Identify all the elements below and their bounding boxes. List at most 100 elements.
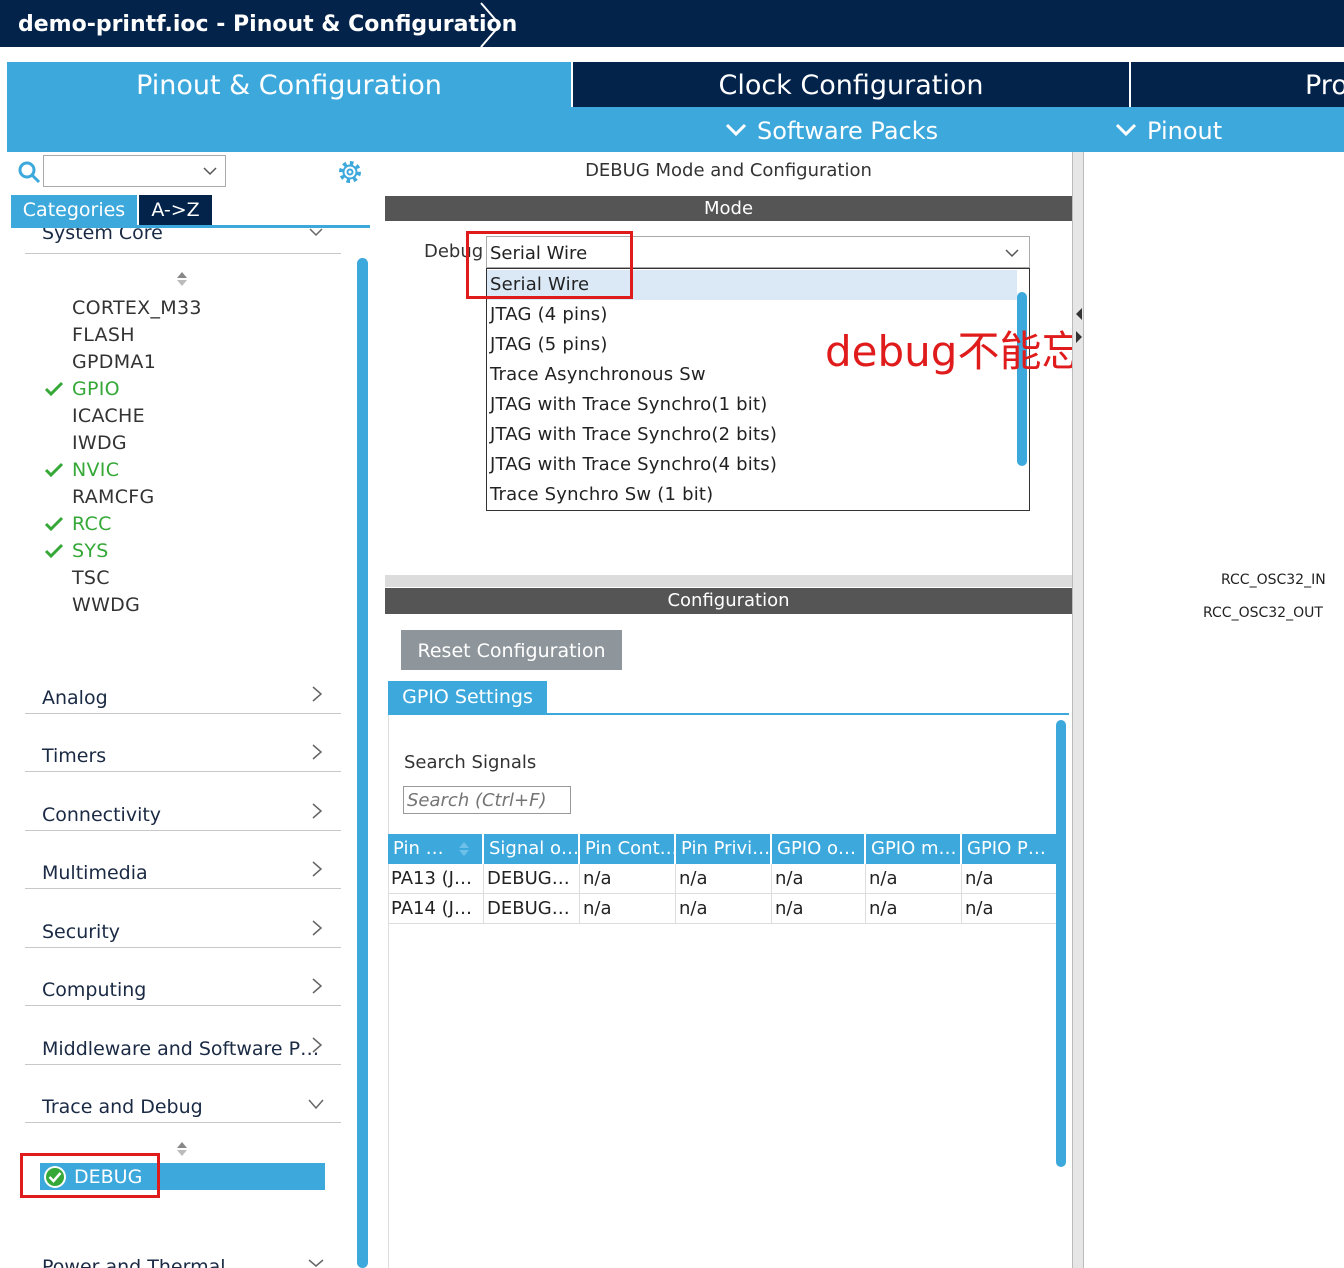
category-computing[interactable]: Computing (25, 966, 341, 1006)
configuration-header: Configuration (385, 588, 1072, 614)
sidebar-item-rcc[interactable]: RCC (72, 513, 112, 540)
column-header-gpio-output[interactable]: GPIO o… (772, 834, 866, 864)
category-label: Trace and Debug (42, 1096, 203, 1118)
table-row[interactable]: PA14 (J… DEBUG… n/a n/a n/a n/a n/a (388, 894, 1056, 924)
tab-clock-configuration[interactable]: Clock Configuration (573, 62, 1129, 107)
column-header-gpio-mode[interactable]: GPIO m… (866, 834, 962, 864)
check-icon (44, 462, 64, 478)
column-header-pin-context[interactable]: Pin Cont… (580, 834, 676, 864)
category-label: Connectivity (42, 804, 162, 826)
table-cell: n/a (580, 864, 676, 894)
option-trace-synchro-sw[interactable]: Trace Synchro Sw (1 bit) (487, 480, 1017, 510)
column-header-label: Pin … (393, 838, 444, 859)
panel-divider-right[interactable] (1072, 152, 1084, 1268)
chevron-down-icon (1115, 123, 1137, 137)
sidebar-item-gpio[interactable]: GPIO (72, 378, 120, 405)
left-scrollbar-thumb[interactable] (357, 258, 368, 1268)
sidebar-item-ramcfg[interactable]: RAMCFG (72, 486, 155, 513)
option-jtag-trace-2bits[interactable]: JTAG with Trace Synchro(2 bits) (487, 420, 1017, 450)
option-jtag-trace-1bit[interactable]: JTAG with Trace Synchro(1 bit) (487, 390, 1017, 420)
gear-icon[interactable] (336, 158, 364, 186)
category-timers[interactable]: Timers (25, 732, 341, 772)
title-bar: demo-printf.ioc - Pinout & Configuration (0, 0, 1344, 48)
category-trace-and-debug[interactable]: Trace and Debug (25, 1083, 341, 1123)
table-cell: n/a (676, 864, 772, 894)
chevron-down-icon (203, 167, 217, 176)
column-header-gpio-pull[interactable]: GPIO P… (962, 834, 1056, 864)
category-connectivity[interactable]: Connectivity (25, 791, 341, 831)
search-signals-label: Search Signals (404, 752, 537, 773)
pinout-menu-label: Pinout (1147, 117, 1223, 145)
collapse-left-icon[interactable] (1075, 307, 1083, 321)
category-security[interactable]: Security (25, 908, 341, 948)
search-signals-input[interactable] (403, 786, 571, 814)
tab-pinout-configuration[interactable]: Pinout & Configuration (7, 62, 571, 107)
table-cell: DEBUG… (484, 894, 580, 924)
sidebar-item-icache[interactable]: ICACHE (72, 405, 145, 432)
sidebar-item-tsc[interactable]: TSC (72, 567, 110, 594)
column-header-signal[interactable]: Signal o… (484, 834, 580, 864)
sort-icon (459, 842, 469, 856)
tab-gpio-settings[interactable]: GPIO Settings (388, 681, 547, 714)
panel-divider[interactable] (371, 152, 385, 1268)
table-cell: n/a (965, 898, 994, 919)
sidebar-item-wwdg[interactable]: WWDG (72, 594, 140, 621)
sort-icon[interactable] (176, 271, 188, 287)
chevron-down-icon (725, 123, 747, 137)
panel-title: DEBUG Mode and Configuration (585, 160, 872, 181)
check-icon (44, 543, 64, 559)
chevron-right-icon (312, 978, 323, 994)
table-row[interactable]: PA13 (J… DEBUG… n/a n/a n/a n/a n/a (388, 864, 1056, 894)
column-header-pin[interactable]: Pin … (388, 834, 484, 864)
table-cell: n/a (676, 894, 772, 924)
config-scrollbar-thumb[interactable] (1056, 720, 1066, 1167)
pinout-view (1084, 152, 1344, 1268)
table-cell: n/a (772, 864, 866, 894)
panel-splitter[interactable] (385, 575, 1072, 587)
chevron-right-icon (312, 920, 323, 936)
pin-label-osc32-out: RCC_OSC32_OUT (1203, 605, 1323, 621)
column-header-pin-privilege[interactable]: Pin Privi… (676, 834, 772, 864)
main-tabs: Pinout & Configuration Clock Configurati… (7, 62, 1344, 107)
sub-toolbar: Software Packs Pinout (7, 107, 1344, 152)
highlight-box-debug (20, 1153, 160, 1198)
check-icon (44, 381, 64, 397)
chevron-right-icon (312, 803, 323, 819)
table-cell: n/a (580, 894, 676, 924)
sidebar-item-cortex-m33[interactable]: CORTEX_M33 (72, 297, 202, 324)
sidebar-item-nvic[interactable]: NVIC (72, 459, 119, 486)
category-label: Middleware and Software P… (42, 1038, 320, 1060)
software-packs-menu[interactable]: Software Packs (725, 107, 938, 152)
category-power-and-thermal[interactable]: Power and Thermal (25, 1250, 341, 1268)
sidebar-item-gpdma1[interactable]: GPDMA1 (72, 351, 156, 378)
pinout-menu[interactable]: Pinout (1115, 107, 1222, 152)
category-label: Computing (42, 979, 147, 1001)
search-icon[interactable] (17, 160, 41, 184)
sidebar-item-iwdg[interactable]: IWDG (72, 432, 127, 459)
category-system-core[interactable]: System Core (25, 228, 341, 254)
category-label: Analog (42, 687, 108, 709)
category-multimedia[interactable]: Multimedia (25, 849, 341, 889)
chevron-down-icon (308, 1259, 324, 1267)
search-combo[interactable] (43, 155, 226, 187)
chevron-right-icon (312, 1037, 323, 1053)
expand-right-icon[interactable] (1075, 330, 1083, 344)
signals-table-header: Pin … Signal o… Pin Cont… Pin Privi… GPI… (388, 834, 1056, 864)
check-icon (44, 516, 64, 532)
sort-icon[interactable] (176, 1141, 188, 1157)
breadcrumb-chevron-icon (480, 2, 502, 48)
reset-configuration-button[interactable]: Reset Configuration (401, 630, 622, 670)
sidebar-item-flash[interactable]: FLASH (72, 324, 135, 351)
option-jtag-trace-4bits[interactable]: JTAG with Trace Synchro(4 bits) (487, 450, 1017, 480)
chevron-down-icon (308, 1099, 324, 1110)
sidebar-item-sys[interactable]: SYS (72, 540, 109, 567)
tab-project-manager[interactable]: Pro (1131, 62, 1344, 107)
chevron-down-icon (1005, 249, 1019, 258)
chevron-down-icon (309, 228, 323, 237)
category-analog[interactable]: Analog (25, 674, 341, 714)
software-packs-label: Software Packs (757, 117, 939, 145)
category-middleware[interactable]: Middleware and Software P… (25, 1025, 341, 1065)
chevron-right-icon (312, 861, 323, 877)
tab-categories[interactable]: Categories (11, 195, 137, 225)
tab-a-z[interactable]: A->Z (139, 195, 212, 225)
